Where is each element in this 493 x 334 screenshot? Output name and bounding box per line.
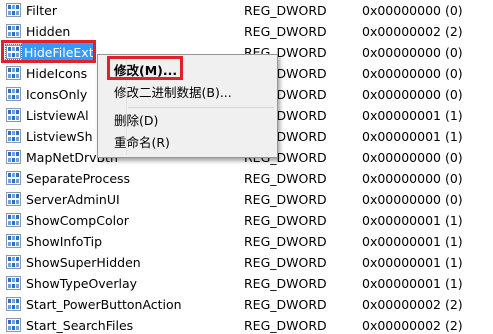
value-name: Start_PowerButtonAction (26, 297, 182, 312)
registry-dword-icon (6, 276, 21, 290)
value-data: 0x00000001 (1) (362, 108, 463, 123)
registry-dword-icon (6, 150, 21, 164)
registry-dword-icon (6, 66, 21, 80)
value-type: REG_DWORD (244, 234, 327, 249)
menu-item-delete[interactable]: 删除(D) (114, 110, 158, 131)
value-type: REG_DWORD (244, 318, 327, 333)
value-name: IconsOnly (26, 87, 88, 102)
value-type: REG_DWORD (244, 297, 327, 312)
value-type: REG_DWORD (244, 171, 327, 186)
value-name: ShowCompColor (26, 213, 129, 228)
registry-dword-icon (6, 255, 21, 269)
annotation-box-modify (107, 56, 183, 80)
registry-value-row[interactable]: SeparateProcess REG_DWORD 0x00000000 (0) (0, 168, 493, 189)
value-data: 0x00000000 (0) (362, 171, 463, 186)
value-data: 0x00000001 (1) (362, 276, 463, 291)
value-type: REG_DWORD (244, 192, 327, 207)
value-data: 0x00000001 (1) (362, 213, 463, 228)
registry-dword-icon (6, 3, 21, 17)
registry-dword-icon (6, 234, 21, 248)
registry-dword-icon (6, 87, 21, 101)
registry-dword-icon (6, 129, 21, 143)
value-name: ShowTypeOverlay (26, 276, 138, 291)
registry-value-row[interactable]: Start_SearchFiles REG_DWORD 0x00000002 (2) (0, 315, 493, 334)
value-data: 0x00000002 (2) (362, 318, 463, 333)
value-name: ListviewSh (26, 129, 93, 144)
value-data: 0x00000000 (0) (362, 3, 463, 18)
value-type: REG_DWORD (244, 3, 327, 18)
value-data: 0x00000000 (0) (362, 87, 463, 102)
value-data: 0x00000001 (1) (362, 255, 463, 270)
registry-value-row[interactable]: ShowCompColor REG_DWORD 0x00000001 (1) (0, 210, 493, 231)
registry-value-row[interactable]: ServerAdminUI REG_DWORD 0x00000000 (0) (0, 189, 493, 210)
registry-value-row[interactable]: Start_PowerButtonAction REG_DWORD 0x000000… (0, 294, 493, 315)
annotation-box-value (1, 40, 96, 63)
registry-value-row[interactable]: Hidden REG_DWORD 0x00000002 (2) (0, 21, 493, 42)
registry-dword-icon (6, 318, 21, 332)
value-name: Hidden (26, 24, 71, 39)
registry-value-row[interactable]: ShowInfoTip REG_DWORD 0x00000001 (1) (0, 231, 493, 252)
value-data: 0x00000001 (1) (362, 234, 463, 249)
value-name: Filter (26, 3, 57, 18)
registry-dword-icon (6, 213, 21, 227)
value-data: 0x00000002 (2) (362, 297, 463, 312)
registry-dword-icon (6, 171, 21, 185)
registry-dword-icon (6, 108, 21, 122)
registry-dword-icon (6, 297, 21, 311)
value-data: 0x00000001 (1) (362, 129, 463, 144)
registry-value-row[interactable]: Filter REG_DWORD 0x00000000 (0) (0, 0, 493, 21)
menu-separator (128, 107, 274, 108)
value-name: ShowSuperHidden (26, 255, 141, 270)
value-type: REG_DWORD (244, 24, 327, 39)
registry-value-row[interactable]: ShowSuperHidden REG_DWORD 0x00000001 (1) (0, 252, 493, 273)
value-data: 0x00000000 (0) (362, 150, 463, 165)
registry-dword-icon (6, 24, 21, 38)
value-type: REG_DWORD (244, 255, 327, 270)
registry-value-row[interactable]: ShowTypeOverlay REG_DWORD 0x00000001 (1) (0, 273, 493, 294)
value-type: REG_DWORD (244, 276, 327, 291)
value-name: SeparateProcess (26, 171, 131, 186)
value-type: REG_DWORD (244, 213, 327, 228)
value-data: 0x00000000 (0) (362, 192, 463, 207)
value-data: 0x00000000 (0) (362, 66, 463, 81)
value-name: HideIcons (26, 66, 88, 81)
value-data: 0x00000000 (0) (362, 45, 463, 60)
registry-dword-icon (6, 192, 21, 206)
value-name: Start_SearchFiles (26, 318, 134, 333)
menu-item-rename[interactable]: 重命名(R) (114, 132, 170, 153)
value-name: ShowInfoTip (26, 234, 103, 249)
value-data: 0x00000002 (2) (362, 24, 463, 39)
menu-item-modify-binary[interactable]: 修改二进制数据(B)... (114, 82, 232, 103)
value-name: ListviewAl (26, 108, 89, 123)
value-name: ServerAdminUI (26, 192, 120, 207)
